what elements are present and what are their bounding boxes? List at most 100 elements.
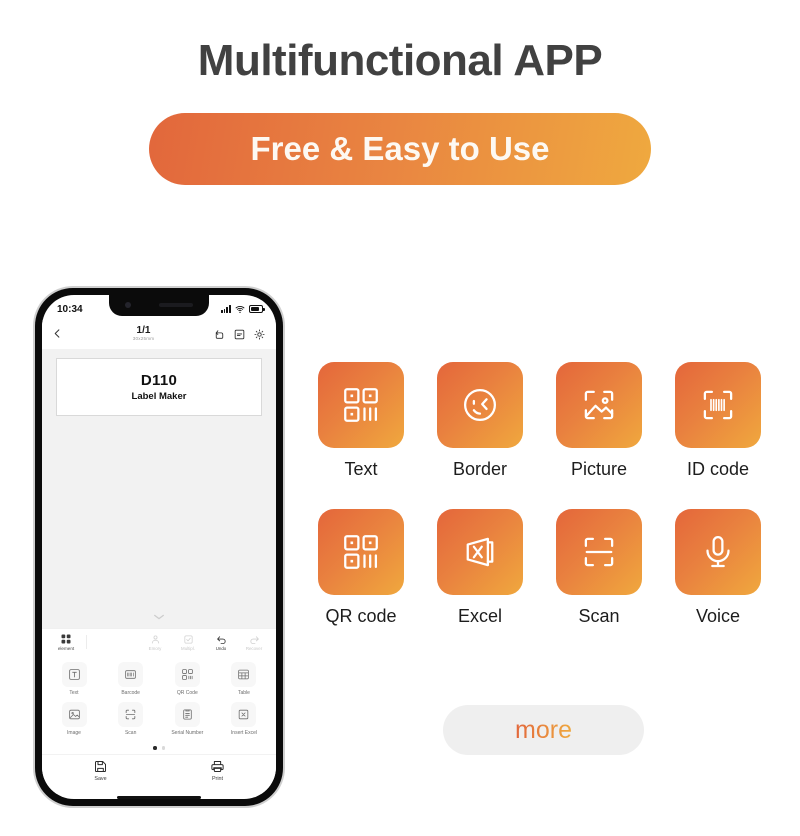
tool-qrcode[interactable]: QR Code	[165, 662, 209, 696]
feature-picture-tile[interactable]	[556, 362, 642, 448]
feature-border-tile[interactable]	[437, 362, 523, 448]
toolbar-actions: Emory Multipl. Undo Recover	[144, 634, 270, 651]
undo-label: Undo	[215, 645, 227, 651]
feature-scan-label: Scan	[578, 606, 620, 626]
feature-qr-code-tile[interactable]	[318, 509, 404, 595]
feature-id-code-tile[interactable]	[675, 362, 761, 448]
tool-barcode[interactable]: Barcode	[109, 662, 153, 696]
feature-excel-tile[interactable]	[437, 509, 523, 595]
element-button[interactable]: element	[48, 633, 84, 651]
tool-table[interactable]: Table	[222, 662, 266, 696]
feature-voice-label: Voice	[695, 606, 741, 626]
tool-image-box	[61, 702, 87, 728]
tool-image[interactable]: Image	[52, 702, 96, 736]
emoji-button[interactable]: Emory	[144, 634, 166, 651]
label-preview-card[interactable]: D110 Label Maker	[56, 358, 262, 416]
feature-voice-tile[interactable]	[675, 509, 761, 595]
text-box-icon	[68, 669, 80, 681]
more-button[interactable]: more	[443, 705, 644, 755]
feature-row: Text Border Picture ID code	[318, 362, 778, 480]
grid-icon	[61, 634, 71, 644]
more-label: more	[515, 715, 572, 744]
phone-frame: 10:34 1/1 30x25mm D110 Label Maker eleme…	[35, 288, 283, 806]
emoji-label: Emory	[148, 645, 162, 651]
qr-code-icon	[182, 669, 193, 681]
rotate-icon[interactable]	[213, 328, 226, 341]
header-actions	[213, 328, 266, 341]
feature-id-code[interactable]: ID code	[675, 362, 761, 480]
tool-qrcode-label: QR Code	[176, 690, 198, 697]
table-icon	[238, 670, 250, 680]
tool-grid-pagination[interactable]	[42, 745, 276, 754]
label-subtitle: Label Maker	[131, 391, 187, 402]
tool-barcode-box	[118, 662, 144, 688]
feature-qr-code-label: QR code	[325, 606, 397, 626]
print-button[interactable]: Print	[188, 759, 248, 782]
barcode-scan-icon	[703, 390, 733, 420]
wifi-icon	[235, 305, 245, 314]
tool-scan[interactable]: Scan	[109, 702, 153, 736]
feature-qr-code[interactable]: QR code	[318, 509, 404, 627]
tool-image-label: Image	[67, 730, 81, 737]
page-dot-2[interactable]	[161, 746, 165, 750]
qr-code-icon	[344, 388, 378, 422]
save-button[interactable]: Save	[71, 759, 131, 782]
feature-voice[interactable]: Voice	[675, 509, 761, 627]
multiple-select-icon	[183, 635, 193, 644]
feature-text-label: Text	[344, 459, 378, 479]
tool-excel-label: Insert Excel	[230, 730, 258, 737]
feature-picture-label: Picture	[570, 459, 628, 479]
gear-icon[interactable]	[253, 328, 266, 341]
feature-border[interactable]: Border	[437, 362, 523, 480]
feature-text-tile[interactable]	[318, 362, 404, 448]
feature-picture[interactable]: Picture	[556, 362, 642, 480]
front-camera-icon	[125, 302, 131, 308]
feature-border-label: Border	[452, 459, 508, 479]
tool-barcode-label: Barcode	[121, 690, 140, 697]
feature-scan[interactable]: Scan	[556, 509, 642, 627]
chevron-down-icon[interactable]	[153, 613, 166, 621]
cellular-signal-icon	[220, 305, 231, 313]
recover-button[interactable]: Recover	[243, 634, 265, 651]
tool-text[interactable]: Text	[52, 662, 96, 696]
printer-icon	[211, 760, 224, 772]
earpiece-speaker	[159, 303, 193, 307]
tool-insert-excel[interactable]: Insert Excel	[222, 702, 266, 736]
smiley-face-icon	[463, 388, 497, 422]
undo-button[interactable]: Undo	[210, 634, 232, 651]
undo-icon	[216, 636, 226, 644]
tool-serial-number[interactable]: Serial Number	[165, 702, 209, 736]
multiple-select-button[interactable]: Multipl.	[177, 634, 199, 651]
feature-text[interactable]: Text	[318, 362, 404, 480]
feature-excel[interactable]: Excel	[437, 509, 523, 627]
battery-icon	[249, 305, 265, 313]
home-indicator	[117, 795, 201, 799]
save-icon	[95, 760, 106, 772]
status-time: 10:34	[57, 303, 83, 315]
tool-table-label: Table	[237, 690, 250, 697]
template-icon[interactable]	[233, 328, 246, 341]
tagline-pill: Free & Easy to Use	[149, 113, 651, 185]
phone-screen: 10:34 1/1 30x25mm D110 Label Maker eleme…	[42, 295, 276, 799]
feature-scan-tile[interactable]	[556, 509, 642, 595]
tool-scan-label: Scan	[124, 730, 137, 737]
feature-grid: Text Border Picture ID code QR code Exce…	[318, 362, 778, 656]
picture-frame-icon	[584, 390, 614, 420]
scan-frame-icon	[584, 537, 614, 567]
barcode-icon	[125, 670, 136, 680]
image-icon	[68, 710, 80, 720]
tool-text-box	[61, 662, 87, 688]
tool-grid-row: Image Scan Serial Number Insert Excel	[52, 702, 266, 736]
excel-file-icon	[466, 537, 494, 567]
toolbar-divider	[86, 635, 87, 650]
editor-toolbar: element Emory Multipl. Undo Recover	[42, 628, 276, 656]
label-title: D110	[140, 372, 178, 389]
page-dot-1[interactable]	[153, 746, 157, 750]
emoji-icon	[151, 635, 159, 644]
tool-grid-row: Text Barcode QR Code Table	[52, 662, 266, 696]
back-button[interactable]	[52, 326, 74, 342]
label-canvas[interactable]: D110 Label Maker	[42, 349, 276, 629]
tool-excel-box	[231, 702, 257, 728]
feature-excel-label: Excel	[457, 606, 502, 626]
tool-text-label: Text	[69, 690, 79, 697]
